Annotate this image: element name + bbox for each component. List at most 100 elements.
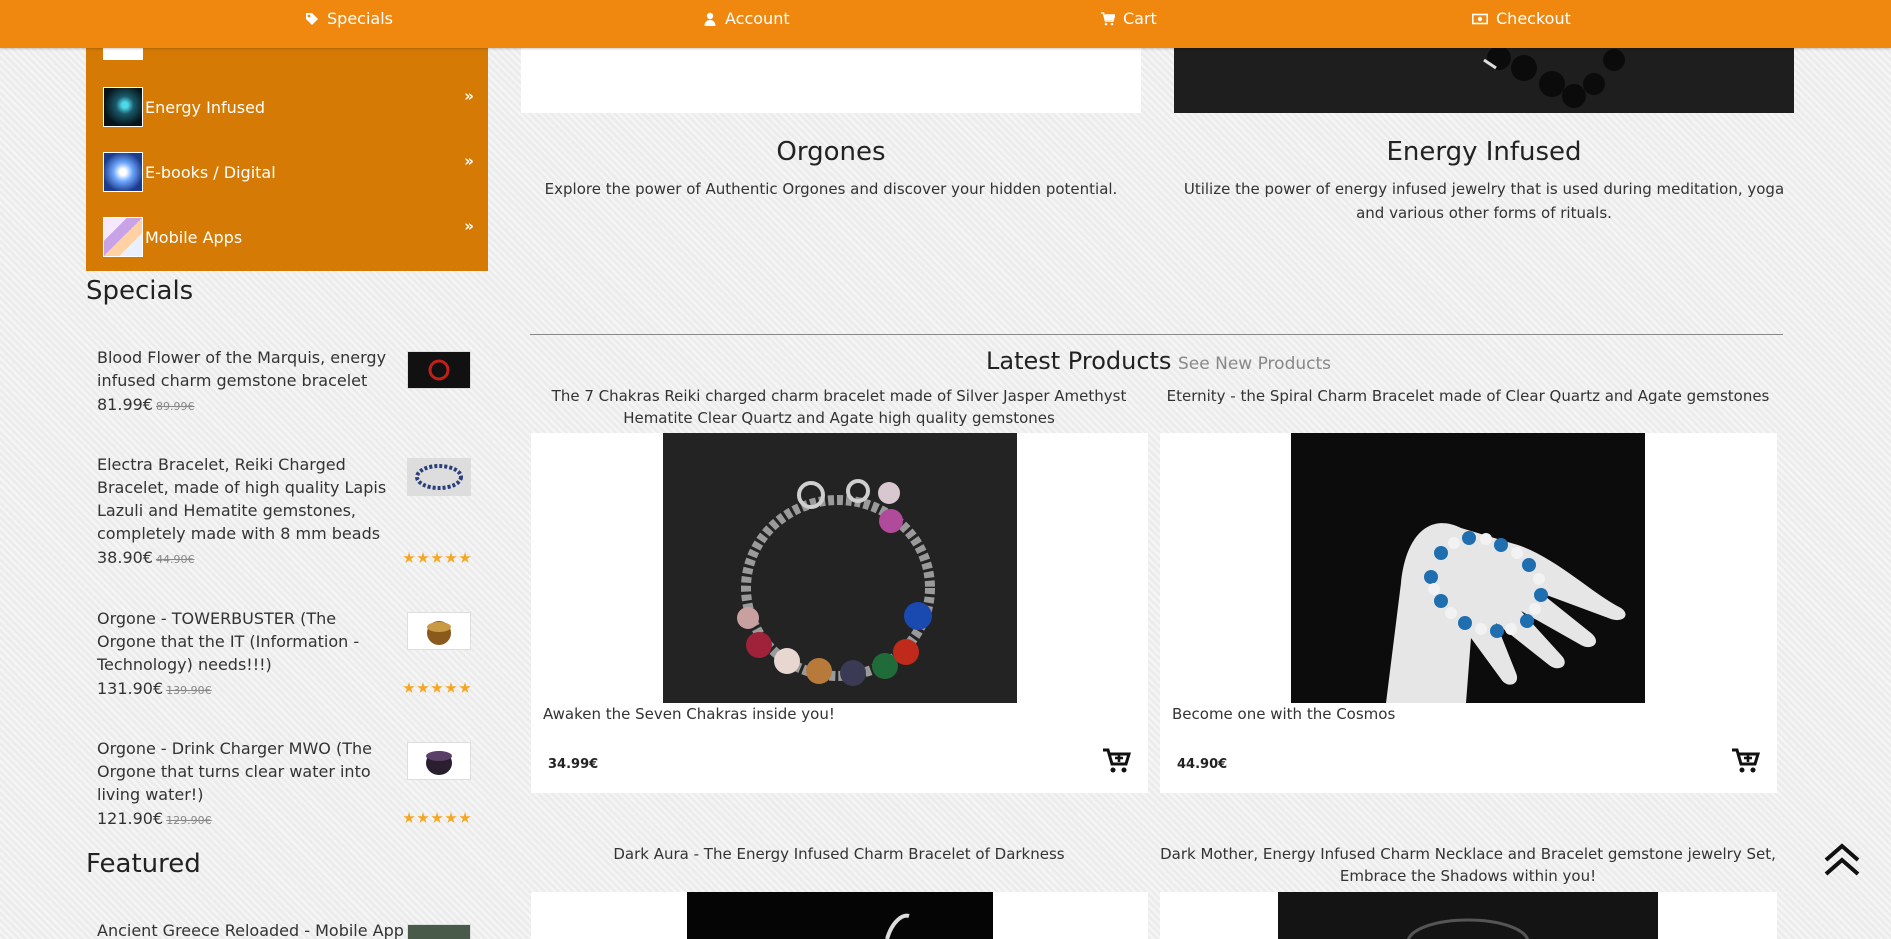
nav-specials[interactable]: Specials [305,8,393,28]
star-icon [459,682,471,693]
nav-cart-label: Cart [1123,8,1157,28]
add-to-cart-icon [1732,748,1761,773]
product-card [531,892,1148,939]
star-icon [417,812,429,823]
special-item-title[interactable]: Electra Bracelet, Reiki Charged Bracelet… [97,453,397,545]
special-item: Electra Bracelet, Reiki Charged Bracelet… [97,453,471,567]
star-icon [431,552,443,563]
special-item: Blood Flower of the Marquis, energy infu… [97,346,471,414]
special-item-title[interactable]: Orgone - TOWERBUSTER (The Orgone that th… [97,607,397,676]
category-item-energy-infused[interactable]: Energy Infused » [86,75,488,139]
special-item-image[interactable] [407,742,471,780]
price-current: 38.90€ [97,548,153,567]
category-item-mobile-apps[interactable]: Mobile Apps » [86,205,488,269]
special-item-image[interactable] [407,458,471,496]
star-icon [417,552,429,563]
money-icon [1472,11,1488,25]
featured-item-image[interactable] [407,924,471,939]
price-old: 89.99€ [155,400,195,413]
star-icon [417,682,429,693]
product-card: Awaken the Seven Chakras inside you! 34.… [531,433,1148,793]
panel-title-orgones[interactable]: Orgones [521,137,1141,167]
price-old: 139.90€ [166,684,212,697]
nav-checkout-label: Checkout [1496,8,1571,28]
star-icon [459,552,471,563]
star-icon [403,552,415,563]
category-label: E-books / Digital [145,162,276,182]
panel-title-energy-infused[interactable]: Energy Infused [1174,137,1794,167]
rating-stars [403,682,471,694]
star-icon [431,682,443,693]
product-image[interactable] [687,892,993,939]
add-to-cart-button[interactable] [1102,747,1132,775]
nav-specials-label: Specials [327,8,393,28]
rating-stars [403,812,471,824]
top-nav-bar: Specials Account Cart Checkout [0,0,1891,48]
special-item-image[interactable] [407,612,471,650]
product-price: 44.90€ [1177,757,1228,772]
double-chevron-up-icon [1824,843,1860,876]
product-card [1160,892,1777,939]
special-item: Orgone - Drink Charger MWO (The Orgone t… [97,737,471,828]
product-image[interactable] [1291,433,1645,703]
special-item: Orgone - TOWERBUSTER (The Orgone that th… [97,607,471,698]
panel-desc-orgones: Explore the power of Authentic Orgones a… [544,180,1118,198]
product-tagline: Awaken the Seven Chakras inside you! [543,705,835,723]
nav-account-label: Account [725,8,790,28]
special-item-price: 81.99€ 89.99€ [97,395,471,414]
star-icon [445,552,457,563]
category-thumb [103,217,143,257]
category-thumb [103,87,143,127]
product-title[interactable]: The 7 Chakras Reiki charged charm bracel… [531,385,1147,429]
star-icon [459,812,471,823]
price-old: 129.90€ [166,814,212,827]
product-image[interactable] [663,433,1017,703]
specials-heading: Specials [86,276,194,306]
price-current: 121.90€ [97,809,164,828]
chevron-right-icon: » [464,87,474,105]
bracelet-image [1174,48,1794,113]
featured-heading: Featured [86,849,201,879]
nav-account[interactable]: Account [703,8,790,28]
product-title[interactable]: Dark Aura - The Energy Infused Charm Bra… [531,843,1147,865]
section-divider [530,334,1783,335]
product-title[interactable]: Eternity - the Spiral Charm Bracelet mad… [1160,385,1776,407]
star-icon [445,682,457,693]
nav-checkout[interactable]: Checkout [1472,8,1571,28]
rating-stars [403,552,471,564]
price-old: 44.90€ [155,553,195,566]
product-tagline: Become one with the Cosmos [1172,705,1396,723]
category-item-ebooks[interactable]: E-books / Digital » [86,140,488,204]
star-icon [403,682,415,693]
featured-item-title[interactable]: Ancient Greece Reloaded - Mobile App [97,919,417,939]
price-current: 81.99€ [97,395,153,414]
special-item-image[interactable] [407,351,471,389]
add-to-cart-button[interactable] [1731,747,1761,775]
panel-desc-energy-infused: Utilize the power of energy infused jewe… [1183,180,1785,222]
star-icon [431,812,443,823]
price-current: 131.90€ [97,679,164,698]
chevron-right-icon: » [464,217,474,235]
category-menu: Energy Infused » E-books / Digital » Mob… [86,40,488,271]
nav-cart[interactable]: Cart [1101,8,1157,28]
add-to-cart-icon [1103,748,1132,773]
product-price: 34.99€ [548,757,599,772]
product-image[interactable] [1278,892,1658,939]
star-icon [403,812,415,823]
chevron-right-icon: » [464,152,474,170]
see-new-products-link[interactable]: See New Products [1178,354,1331,374]
cart-icon [1101,11,1116,26]
product-card: Become one with the Cosmos 44.90€ [1160,433,1777,793]
featured-item: Ancient Greece Reloaded - Mobile App [97,919,471,939]
category-label: Mobile Apps [145,227,243,247]
special-item-title[interactable]: Blood Flower of the Marquis, energy infu… [97,346,397,392]
scroll-to-top-button[interactable] [1822,840,1862,880]
category-label: Energy Infused [145,97,266,117]
latest-products-heading: Latest Products [986,347,1172,375]
category-thumb [103,152,143,192]
special-item-title[interactable]: Orgone - Drink Charger MWO (The Orgone t… [97,737,397,806]
energy-infused-image-card[interactable] [1174,48,1794,113]
tag-icon [305,11,319,25]
orgones-image-card[interactable] [521,48,1141,113]
product-title[interactable]: Dark Mother, Energy Infused Charm Neckla… [1160,843,1776,887]
